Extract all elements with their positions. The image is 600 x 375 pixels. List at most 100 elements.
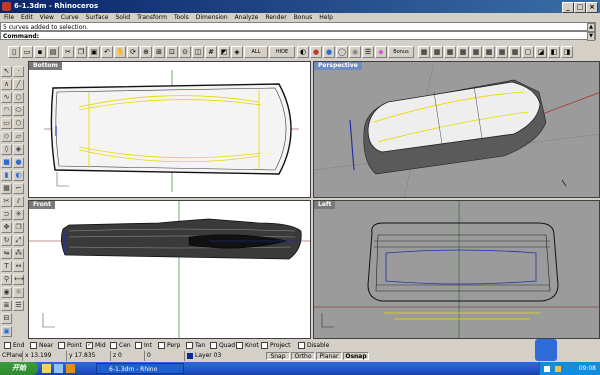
analyze-icon[interactable]: ⚲	[1, 274, 12, 285]
tray-volume-icon[interactable]	[554, 365, 561, 372]
copy-icon[interactable]: ❐	[75, 46, 87, 58]
move-icon[interactable]: ✥	[1, 222, 12, 233]
minimize-button[interactable]: _	[562, 2, 574, 13]
undo-icon[interactable]: ↶	[101, 46, 113, 58]
render-icon[interactable]: ◉	[1, 287, 12, 298]
zoom-icon[interactable]: ⊕	[140, 46, 152, 58]
zoom-extents-icon[interactable]: ⊡	[166, 46, 178, 58]
osnap-disable[interactable]: Disable	[298, 341, 329, 351]
taskbar-item-rhino[interactable]: 6-1.3dm - Rhino	[96, 363, 184, 374]
viewport-back-icon[interactable]: ▦	[496, 46, 508, 58]
circle-icon[interactable]: ○	[13, 92, 24, 103]
join-icon[interactable]: ⊃	[1, 209, 12, 220]
osnap-mid[interactable]: ✓ Mid	[86, 341, 106, 351]
osnap-toggle[interactable]: Osnap	[343, 352, 369, 360]
checkbox-icon[interactable]	[110, 342, 117, 349]
viewport-front-icon[interactable]: ▦	[431, 46, 443, 58]
osnap-knot[interactable]: Knot	[236, 341, 259, 351]
properties-left-icon[interactable]: ☰	[13, 300, 24, 311]
grid-icon[interactable]: #	[205, 46, 217, 58]
split-icon[interactable]: ⫽	[13, 196, 24, 207]
osnap-cen[interactable]: Cen	[110, 341, 131, 351]
line-icon[interactable]: ╱	[13, 79, 24, 90]
text-icon[interactable]: T	[1, 261, 12, 272]
osnap-quad[interactable]: Quad	[210, 341, 235, 351]
cplane-elevation-icon[interactable]: ◨	[561, 46, 573, 58]
polyline-icon[interactable]: ∧	[1, 79, 12, 90]
menu-tools[interactable]: Tools	[174, 14, 189, 21]
viewport-bottom-icon[interactable]: ▦	[470, 46, 482, 58]
viewport-front[interactable]: Front	[28, 200, 311, 339]
menu-surface[interactable]: Surface	[86, 14, 109, 21]
checkbox-icon[interactable]	[30, 342, 37, 349]
select-all-button[interactable]: ALL	[244, 46, 268, 58]
menu-view[interactable]: View	[40, 14, 54, 21]
checkbox-checked-icon[interactable]: ✓	[86, 342, 93, 349]
boolean-icon[interactable]: ◐	[13, 170, 24, 181]
explode-icon[interactable]: ✳	[13, 209, 24, 220]
save-icon[interactable]: ▪	[34, 46, 46, 58]
point-icon[interactable]: ·	[13, 66, 24, 77]
polygon-icon[interactable]: ⬡	[13, 118, 24, 129]
checkbox-icon[interactable]	[236, 342, 243, 349]
distance-icon[interactable]: ⟷	[13, 274, 24, 285]
quicklaunch-media-icon[interactable]	[66, 364, 75, 373]
trim-icon[interactable]: ✂	[1, 196, 12, 207]
viewport-four-icon[interactable]: ▦	[509, 46, 521, 58]
fillet-icon[interactable]: ⌐	[13, 183, 24, 194]
menu-bonus[interactable]: Bonus	[294, 14, 313, 21]
viewport-left-icon[interactable]: ▦	[483, 46, 495, 58]
open-icon[interactable]: ▭	[21, 46, 33, 58]
viewport-top-icon[interactable]: ▦	[418, 46, 430, 58]
viewport-perspective[interactable]: Perspective	[313, 61, 600, 198]
select-arrow-icon[interactable]: ↖	[1, 66, 12, 77]
osnap-end[interactable]: End	[4, 341, 24, 351]
osnap-point[interactable]: Point	[58, 341, 82, 351]
rectangle-icon[interactable]: ▭	[1, 118, 12, 129]
menu-analyze[interactable]: Analyze	[235, 14, 259, 21]
menu-transform[interactable]: Transform	[137, 14, 167, 21]
named-view-icon[interactable]: ▣	[1, 326, 12, 337]
dimension-icon[interactable]: ↔	[13, 261, 24, 272]
print-icon[interactable]: ▤	[47, 46, 59, 58]
viewport-left[interactable]: Left	[313, 200, 600, 339]
ghosted-icon[interactable]: ◉	[349, 46, 361, 58]
copy-object-icon[interactable]: ❐	[13, 222, 24, 233]
bonus-button[interactable]: Bonus	[388, 46, 414, 58]
show-icon[interactable]: ◈	[231, 46, 243, 58]
cplane-world-icon[interactable]: ◧	[548, 46, 560, 58]
close-button[interactable]: ×	[586, 2, 598, 13]
menu-solid[interactable]: Solid	[115, 14, 130, 21]
box-icon[interactable]: ■	[1, 157, 12, 168]
sweep-icon[interactable]: ◈	[13, 144, 24, 155]
wireframe-sphere-icon[interactable]: ◯	[336, 46, 348, 58]
checkbox-icon[interactable]	[135, 342, 142, 349]
curve-icon[interactable]: ∿	[1, 92, 12, 103]
cplane-icon[interactable]: ◪	[535, 46, 547, 58]
light-icon[interactable]: ☼	[13, 287, 24, 298]
new-icon[interactable]: ▯	[8, 46, 20, 58]
osnap-int[interactable]: Int	[135, 341, 152, 351]
snap-toggle[interactable]: Snap	[266, 352, 290, 360]
zoom-selected-icon[interactable]: ⊙	[179, 46, 191, 58]
scale-icon[interactable]: ⤢	[13, 235, 24, 246]
checkbox-icon[interactable]	[186, 342, 193, 349]
checkbox-icon[interactable]	[261, 342, 268, 349]
start-button[interactable]: 开始	[0, 362, 38, 375]
osnap-near[interactable]: Near	[30, 341, 53, 351]
mesh-icon[interactable]: ▦	[1, 183, 12, 194]
pan-hand-icon[interactable]: ✋	[114, 46, 126, 58]
properties-icon[interactable]: ☰	[362, 46, 374, 58]
paste-icon[interactable]: ▣	[88, 46, 100, 58]
group-icon[interactable]: ⊟	[1, 313, 12, 324]
viewport-bottom[interactable]: Bottom	[28, 61, 311, 198]
render-sphere-icon[interactable]: ●	[310, 46, 322, 58]
hide-button[interactable]: HIDE	[269, 46, 295, 58]
lock-icon[interactable]: ◐	[297, 46, 309, 58]
menu-dimension[interactable]: Dimension	[196, 14, 228, 21]
select-icon[interactable]: ◩	[218, 46, 230, 58]
command-line[interactable]: Command: ▼	[0, 31, 596, 41]
checkbox-icon[interactable]	[58, 342, 65, 349]
cut-icon[interactable]: ✂	[62, 46, 74, 58]
sphere-icon[interactable]: ●	[13, 157, 24, 168]
